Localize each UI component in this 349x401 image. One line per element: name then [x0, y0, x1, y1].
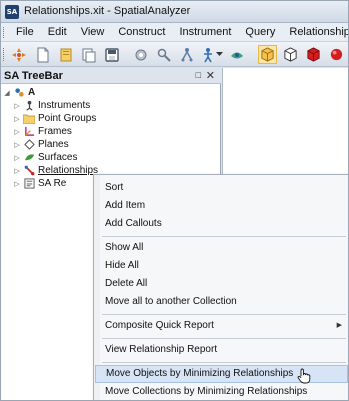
pin-icon[interactable]: □	[196, 70, 201, 80]
expand-arrow-icon[interactable]: ▷	[13, 115, 21, 123]
frame-icon	[23, 126, 35, 137]
plane-icon	[23, 139, 35, 150]
folder-icon	[23, 113, 35, 124]
dropdown-arrow-icon[interactable]	[215, 45, 223, 64]
tree-item-label[interactable]: Relationships	[38, 165, 98, 176]
menu-item-composite-quick-report[interactable]: Composite Quick Report ▶	[95, 317, 348, 335]
menu-item-sort[interactable]: Sort	[95, 179, 348, 197]
tree-root-row[interactable]: ◢ A	[3, 86, 35, 99]
app-logo-icon: SA	[5, 5, 19, 19]
copy-icon[interactable]	[79, 45, 98, 64]
expand-arrow-icon[interactable]: ▷	[13, 141, 21, 149]
probe-icon[interactable]	[154, 45, 173, 64]
expand-arrow-icon[interactable]: ▷	[13, 102, 21, 110]
menu-query[interactable]: Query	[238, 26, 282, 39]
collapse-arrow-icon[interactable]: ◢	[3, 89, 11, 97]
expand-arrow-icon[interactable]: ▷	[13, 167, 21, 175]
menu-instrument[interactable]: Instrument	[172, 26, 238, 39]
menu-bar: File Edit View Construct Instrument Quer…	[1, 23, 348, 42]
tree-bar-title: SA TreeBar	[4, 70, 63, 82]
tree-item-label[interactable]: Instruments	[38, 100, 90, 111]
cube-active-icon[interactable]	[258, 45, 277, 64]
save-icon[interactable]	[102, 45, 121, 64]
expand-arrow-icon[interactable]: ▷	[13, 154, 21, 162]
menu-item-label: Composite Quick Report	[105, 320, 214, 331]
menu-separator	[102, 236, 346, 237]
tree-item-point-groups[interactable]: ▷ Point Groups	[13, 112, 96, 125]
report-icon	[23, 178, 35, 189]
settings-icon[interactable]	[131, 45, 150, 64]
expand-arrow-icon[interactable]: ▷	[13, 128, 21, 136]
relationship-icon	[23, 165, 35, 176]
menu-item-add-callouts[interactable]: Add Callouts	[95, 215, 348, 233]
menu-item-move-to-collection[interactable]: Move all to another Collection	[95, 293, 348, 311]
tree-item-label[interactable]: Surfaces	[38, 152, 77, 163]
instrument-icon	[23, 100, 35, 111]
cube-red-icon[interactable]	[304, 45, 323, 64]
tree-item-sa-reports[interactable]: ▷ SA Re	[13, 177, 66, 190]
menu-item-hide-all[interactable]: Hide All	[95, 257, 348, 275]
menu-edit[interactable]: Edit	[41, 26, 74, 39]
menu-file[interactable]: File	[9, 26, 41, 39]
measure-icon[interactable]	[227, 45, 246, 64]
tree-item-label[interactable]: Point Groups	[38, 113, 96, 124]
window-title: Relationships.xit - SpatialAnalyzer	[24, 5, 191, 17]
menu-separator	[102, 362, 346, 363]
menu-item-label: Move Objects by Minimizing Relationships	[106, 368, 294, 379]
menu-item-move-objects[interactable]: Move Objects by Minimizing Relationships	[95, 365, 348, 384]
menu-construct[interactable]: Construct	[111, 26, 172, 39]
menu-item-delete-all[interactable]: Delete All	[95, 275, 348, 293]
application-window: SA Relationships.xit - SpatialAnalyzer F…	[0, 0, 349, 401]
submenu-arrow-icon: ▶	[336, 322, 342, 329]
tree-bar-header: SA TreeBar □ ✕	[1, 68, 221, 84]
tree-item-label[interactable]: Planes	[38, 139, 69, 150]
tree-item-instruments[interactable]: ▷ Instruments	[13, 99, 90, 112]
surface-icon	[23, 152, 35, 163]
toolbar-grip[interactable]	[3, 48, 6, 61]
menu-item-view-relationship-report[interactable]: View Relationship Report	[95, 341, 348, 359]
hand-cursor-icon	[297, 368, 311, 384]
menu-item-show-all[interactable]: Show All	[95, 239, 348, 257]
new-file-icon[interactable]	[33, 45, 52, 64]
menu-item-add-item[interactable]: Add Item	[95, 197, 348, 215]
toolbar	[1, 42, 348, 67]
tree-root-label[interactable]: A	[28, 87, 35, 98]
sphere-red-icon[interactable]	[327, 45, 346, 64]
close-icon[interactable]: ✕	[206, 69, 215, 82]
menu-separator	[102, 338, 346, 339]
menu-item-move-collections[interactable]: Move Collections by Minimizing Relations…	[95, 383, 348, 400]
cube-outline-icon[interactable]	[281, 45, 300, 64]
tree-item-label[interactable]: Frames	[38, 126, 72, 137]
tree-item-surfaces[interactable]: ▷ Surfaces	[13, 151, 77, 164]
menu-relationships[interactable]: Relationships	[282, 26, 348, 39]
expand-arrow-icon[interactable]: ▷	[13, 180, 21, 188]
hierarchy-icon[interactable]	[177, 45, 196, 64]
tree-item-relationships[interactable]: ▷ Relationships	[13, 164, 98, 177]
context-menu: Sort Add Item Add Callouts Show All Hide…	[93, 174, 348, 400]
tree-item-planes[interactable]: ▷ Planes	[13, 138, 69, 151]
menu-separator	[102, 314, 346, 315]
collection-icon	[13, 87, 25, 98]
transform-icon[interactable]	[9, 45, 28, 64]
tree-item-label[interactable]: SA Re	[38, 178, 66, 189]
tree-item-frames[interactable]: ▷ Frames	[13, 125, 72, 138]
title-bar: SA Relationships.xit - SpatialAnalyzer	[1, 1, 348, 23]
open-file-icon[interactable]	[56, 45, 75, 64]
menu-grip[interactable]	[3, 27, 6, 38]
menu-view[interactable]: View	[74, 26, 112, 39]
